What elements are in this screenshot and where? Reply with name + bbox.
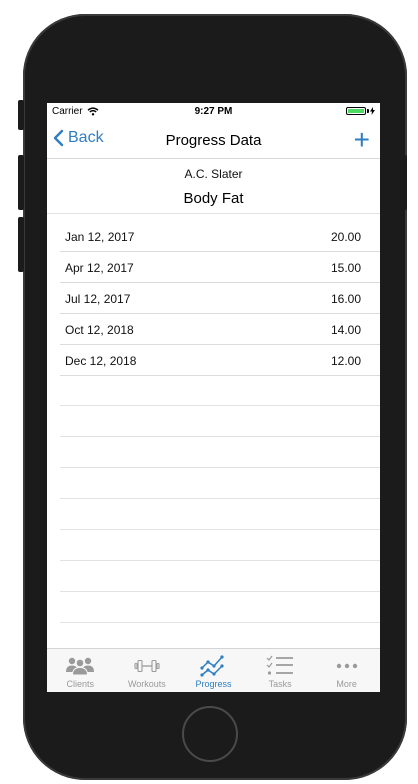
entry-value: 12.00 — [330, 354, 361, 368]
home-button[interactable] — [182, 706, 238, 762]
entry-date: Jan 12, 2017 — [65, 230, 135, 244]
empty-row-divider — [60, 622, 380, 623]
tab-more[interactable]: More — [313, 649, 380, 692]
entry-date: Oct 12, 2018 — [65, 323, 134, 337]
row-divider — [60, 375, 380, 376]
list-item[interactable]: Apr 12, 2017 15.00 — [47, 252, 380, 283]
entry-value: 16.00 — [330, 292, 361, 306]
entry-date: Jul 12, 2017 — [65, 292, 131, 306]
tab-bar: Clients Workouts Progress Tasks More — [47, 648, 380, 692]
app-screen: Carrier 9:27 PM Back Progress Data + A.C… — [47, 103, 380, 692]
status-bar: Carrier 9:27 PM — [47, 103, 380, 121]
tab-clients[interactable]: Clients — [47, 649, 114, 692]
empty-row-divider — [60, 467, 380, 468]
entry-value: 15.00 — [330, 261, 361, 275]
more-icon — [336, 663, 357, 669]
entry-date: Apr 12, 2017 — [65, 261, 134, 275]
empty-row-divider — [60, 498, 380, 499]
tab-progress[interactable]: Progress — [180, 649, 247, 692]
list-item[interactable]: Jul 12, 2017 16.00 — [47, 283, 380, 314]
progress-entries-list: Jan 12, 2017 20.00 Apr 12, 2017 15.00 Ju… — [47, 221, 380, 376]
entry-value: 20.00 — [330, 230, 361, 244]
header-divider — [47, 213, 380, 214]
tab-tasks[interactable]: Tasks — [247, 649, 314, 692]
list-item[interactable]: Jan 12, 2017 20.00 — [47, 221, 380, 252]
page-title: Progress Data — [165, 132, 262, 149]
power-button — [401, 155, 407, 210]
volume-up-button — [18, 155, 24, 210]
list-item[interactable]: Dec 12, 2018 12.00 — [47, 345, 380, 376]
tab-label: Clients — [66, 679, 95, 689]
status-time: 9:27 PM — [194, 106, 233, 117]
empty-row-divider — [60, 560, 380, 561]
empty-row-divider — [60, 529, 380, 530]
mute-switch — [18, 100, 24, 130]
tab-label: Tasks — [268, 679, 292, 689]
checklist-icon — [266, 655, 294, 675]
empty-row-divider — [60, 591, 380, 592]
add-entry-button[interactable]: + — [354, 126, 370, 154]
volume-down-button — [18, 217, 24, 272]
empty-row-divider — [60, 405, 380, 406]
dumbbell-icon — [134, 659, 160, 673]
progress-chart-icon — [200, 655, 225, 677]
clients-icon — [66, 657, 95, 676]
client-name: A.C. Slater — [184, 167, 243, 181]
tab-label: Workouts — [127, 679, 166, 689]
entry-date: Dec 12, 2018 — [65, 354, 137, 368]
empty-row-divider — [60, 436, 380, 437]
charging-bolt-icon — [370, 107, 375, 115]
tab-workouts[interactable]: Workouts — [114, 649, 181, 692]
tab-label: More — [336, 679, 357, 689]
entry-value: 14.00 — [330, 323, 361, 337]
tab-label: Progress — [195, 679, 232, 689]
list-item[interactable]: Oct 12, 2018 14.00 — [47, 314, 380, 345]
navigation-bar: Back Progress Data + — [47, 121, 380, 159]
metric-name: Body Fat — [183, 190, 244, 207]
battery-icon — [346, 107, 375, 115]
